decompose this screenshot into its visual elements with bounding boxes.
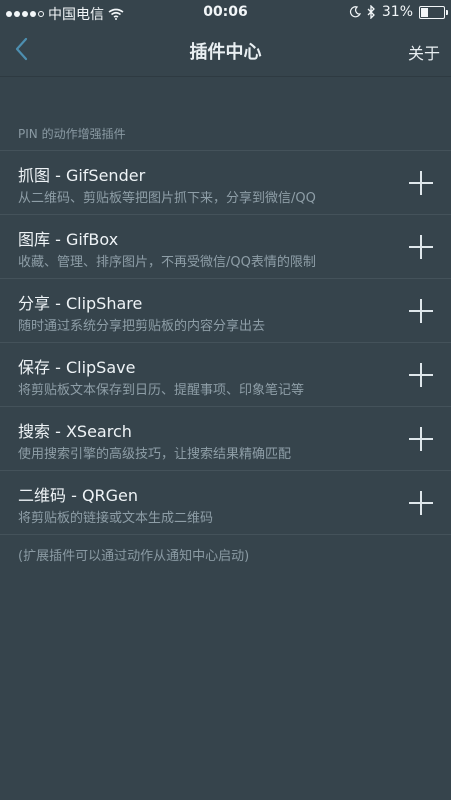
plugin-title: 抓图 - GifSender xyxy=(18,166,146,185)
plugin-title: 二维码 - QRGen xyxy=(18,486,139,505)
plugin-subtitle: 使用搜索引擎的高级技巧，让搜索结果精确匹配 xyxy=(18,447,292,462)
plugin-row-qrgen[interactable]: 二维码 - QRGen 将剪贴板的链接或文本生成二维码 xyxy=(0,470,451,534)
moon-icon xyxy=(349,6,361,18)
plugin-title: 分享 - ClipShare xyxy=(18,294,143,313)
section-header: PIN 的动作增强插件 xyxy=(18,127,126,141)
add-plugin-icon[interactable] xyxy=(409,171,433,195)
add-plugin-icon[interactable] xyxy=(409,299,433,323)
nav-divider xyxy=(0,76,451,77)
plugin-row-clipshare[interactable]: 分享 - ClipShare 随时通过系统分享把剪贴板的内容分享出去 xyxy=(0,278,451,342)
bluetooth-icon xyxy=(367,5,375,19)
add-plugin-icon[interactable] xyxy=(409,363,433,387)
plugin-row-gifbox[interactable]: 图库 - GifBox 收藏、管理、排序图片，不再受微信/QQ表情的限制 xyxy=(0,214,451,278)
plugin-row-gifsender[interactable]: 抓图 - GifSender 从二维码、剪贴板等把图片抓下来，分享到微信/QQ xyxy=(0,150,451,214)
status-bar: 中国电信 00:06 31% xyxy=(0,0,451,26)
plugin-row-clipsave[interactable]: 保存 - ClipSave 将剪贴板文本保存到日历、提醒事项、印象笔记等 xyxy=(0,342,451,406)
footer-note: (扩展插件可以通过动作从通知中心启动) xyxy=(18,549,250,564)
plugin-subtitle: 随时通过系统分享把剪贴板的内容分享出去 xyxy=(18,319,266,334)
plugin-subtitle: 将剪贴板的链接或文本生成二维码 xyxy=(18,511,214,526)
nav-bar: 插件中心 关于 xyxy=(0,26,451,74)
list-divider xyxy=(0,534,451,535)
plugin-title: 搜索 - XSearch xyxy=(18,422,132,441)
add-plugin-icon[interactable] xyxy=(409,427,433,451)
plugin-subtitle: 将剪贴板文本保存到日历、提醒事项、印象笔记等 xyxy=(18,383,305,398)
battery-level xyxy=(421,7,428,17)
plugin-subtitle: 收藏、管理、排序图片，不再受微信/QQ表情的限制 xyxy=(18,255,316,270)
battery-icon xyxy=(419,5,448,19)
status-right: 31% xyxy=(349,4,448,20)
plugin-title: 图库 - GifBox xyxy=(18,230,119,249)
about-button[interactable]: 关于 xyxy=(408,40,440,64)
plugin-title: 保存 - ClipSave xyxy=(18,358,136,377)
plugin-subtitle: 从二维码、剪贴板等把图片抓下来，分享到微信/QQ xyxy=(18,191,316,206)
add-plugin-icon[interactable] xyxy=(409,235,433,259)
plugin-row-xsearch[interactable]: 搜索 - XSearch 使用搜索引擎的高级技巧，让搜索结果精确匹配 xyxy=(0,406,451,470)
page-title: 插件中心 xyxy=(189,42,262,63)
add-plugin-icon[interactable] xyxy=(409,491,433,515)
battery-percent: 31% xyxy=(381,4,413,20)
plugin-list: 抓图 - GifSender 从二维码、剪贴板等把图片抓下来，分享到微信/QQ … xyxy=(0,150,451,535)
